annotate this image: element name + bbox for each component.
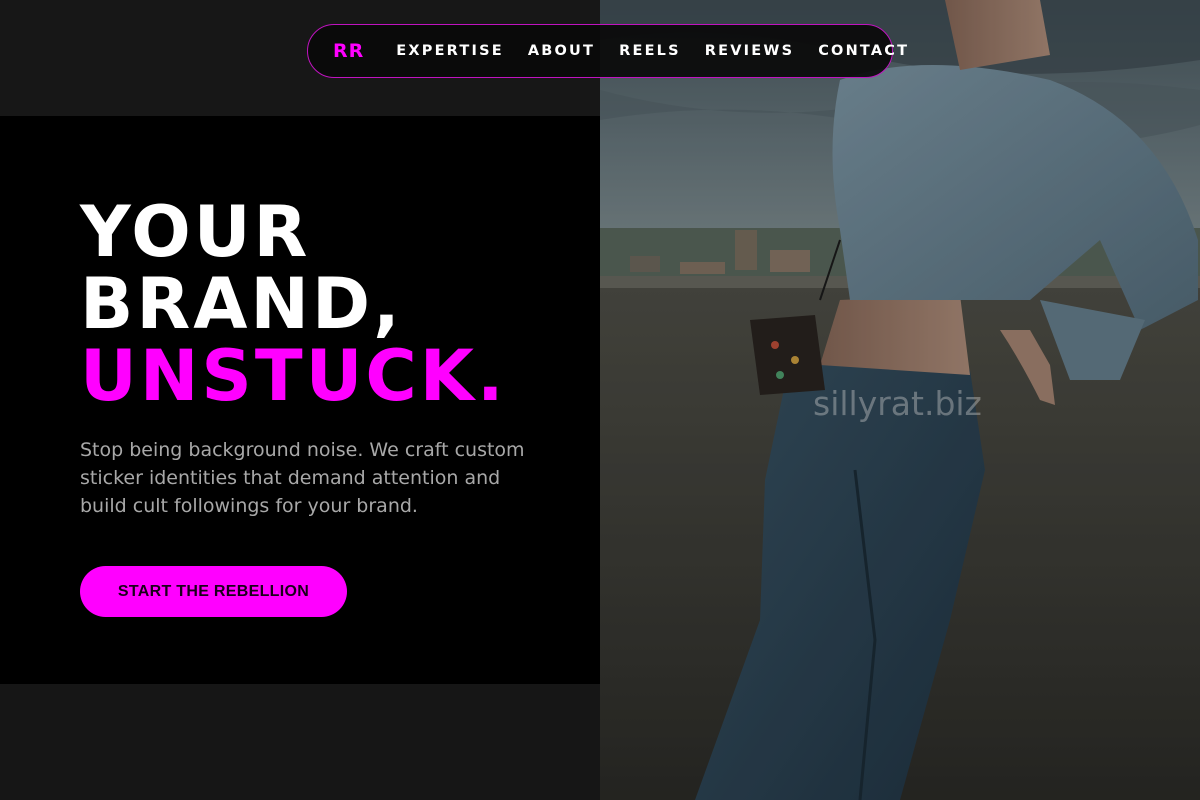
main-nav: RR EXPERTISE ABOUT REELS REVIEWS CONTACT [307,24,907,78]
hero-description: Stop being background noise. We craft cu… [80,439,525,517]
hero-heading-line-1: YOUR [80,191,311,273]
watermark-text: sillyrat.biz [813,384,982,423]
hero-heading: YOUR BRAND, UNSTUCK. [80,196,507,412]
nav-link-reels[interactable]: REELS [619,43,681,59]
nav-link-reviews[interactable]: REVIEWS [705,43,794,59]
hero-heading-accent: UNSTUCK. [80,335,507,417]
hero-heading-line-2: BRAND, [80,263,403,345]
left-bottom-band [0,684,600,800]
nav-link-expertise[interactable]: EXPERTISE [396,43,504,59]
start-rebellion-button[interactable]: START THE REBELLION [80,566,347,617]
brand-logo[interactable]: RR [333,40,364,62]
nav-link-contact[interactable]: CONTACT [818,43,909,59]
nav-link-about[interactable]: ABOUT [528,43,595,59]
